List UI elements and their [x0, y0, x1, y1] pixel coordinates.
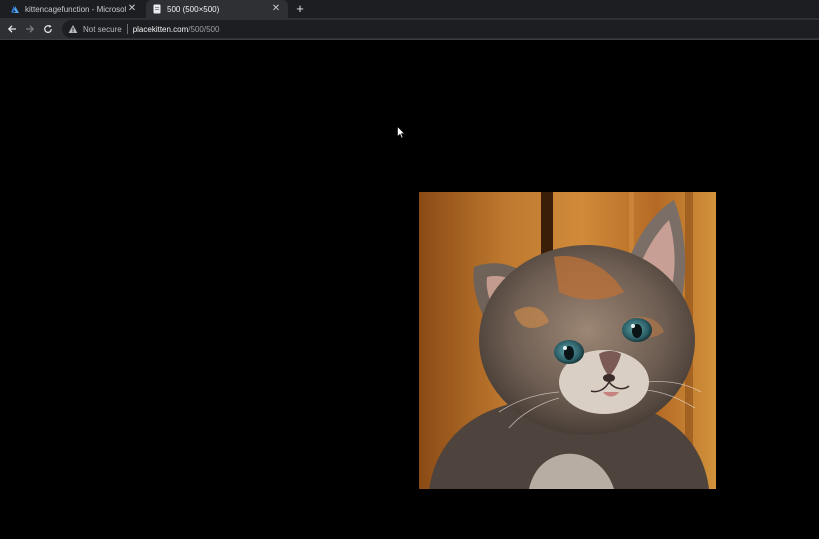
kitten-image	[419, 192, 716, 489]
tab-strip: kittencagefunction - Microsoft A ✕ 500 (…	[0, 0, 819, 18]
browser-toolbar: Not secure placekitten.com/500/500	[0, 18, 819, 40]
close-icon[interactable]: ✕	[270, 3, 282, 15]
url-path: /500/500	[188, 24, 220, 34]
tab-kittencagefunction[interactable]: kittencagefunction - Microsoft A ✕	[4, 0, 144, 18]
reload-icon	[44, 24, 52, 33]
new-tab-button[interactable]: +	[294, 2, 306, 15]
address-bar[interactable]: Not secure placekitten.com/500/500	[62, 20, 819, 38]
back-button[interactable]	[5, 22, 19, 36]
close-icon[interactable]: ✕	[126, 3, 138, 15]
reload-button[interactable]	[41, 22, 55, 36]
tab-title: 500 (500×500)	[167, 4, 220, 14]
security-label[interactable]: Not secure	[83, 25, 122, 34]
azure-icon	[10, 4, 20, 14]
warning-icon	[68, 24, 78, 34]
arrow-right-icon	[26, 25, 35, 33]
tab-title: kittencagefunction - Microsoft A	[25, 4, 126, 14]
mouse-cursor-icon	[397, 126, 405, 139]
url-host: placekitten.com	[132, 24, 189, 34]
page-viewport	[0, 41, 819, 539]
tab-placekitten[interactable]: 500 (500×500) ✕	[146, 0, 288, 18]
divider	[126, 24, 128, 34]
page-icon	[152, 4, 162, 14]
forward-button[interactable]	[23, 22, 37, 36]
arrow-left-icon	[7, 25, 16, 33]
